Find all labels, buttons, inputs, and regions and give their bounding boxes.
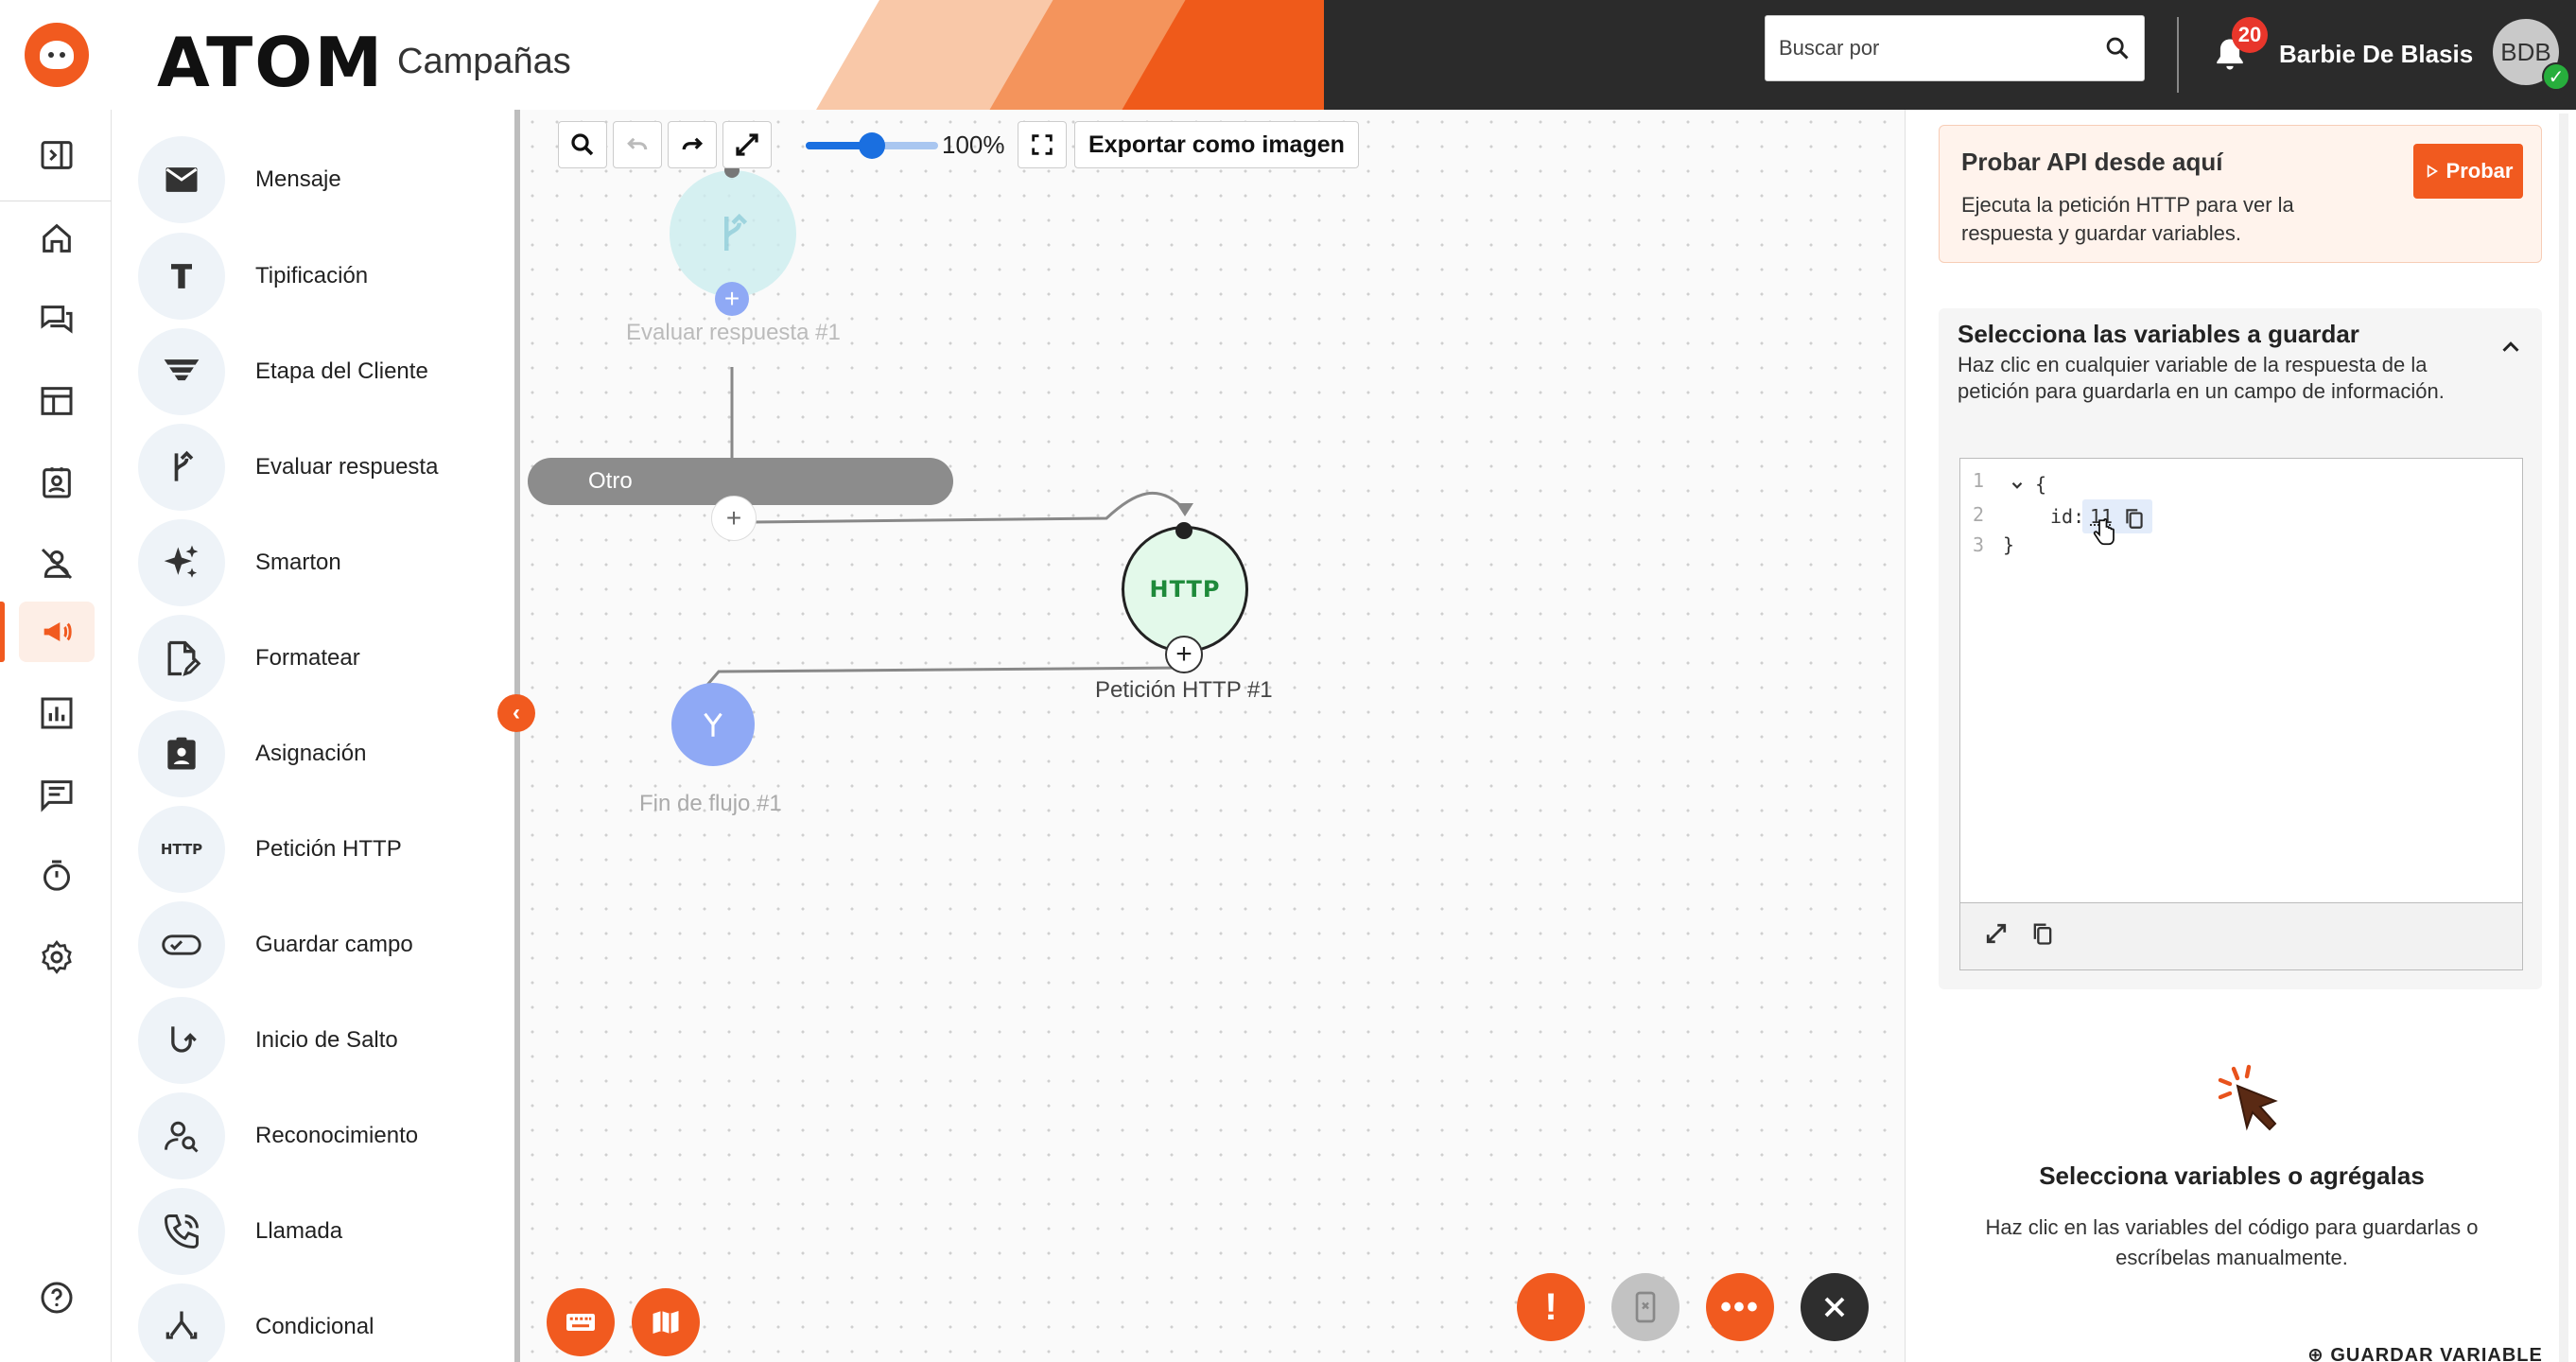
phone-device-icon xyxy=(1635,1291,1656,1323)
add-node-button[interactable]: + xyxy=(715,282,749,316)
fullscreen-icon xyxy=(1032,134,1053,155)
node-label: Petición HTTP #1 xyxy=(1095,677,1273,703)
response-code-viewer[interactable] xyxy=(1959,458,2523,902)
merge-icon xyxy=(704,712,722,737)
node-evaluar-respuesta[interactable] xyxy=(670,170,796,297)
chevron-left-icon: ‹ xyxy=(513,700,520,725)
code-open-brace: { xyxy=(2035,473,2047,496)
node-peticion-http[interactable]: HTTP xyxy=(1122,526,1248,653)
test-api-description: Ejecuta la petición HTTP para ver la res… xyxy=(1961,193,2294,245)
add-branch-button[interactable]: + xyxy=(711,496,757,541)
redo-icon xyxy=(682,137,704,150)
search-icon xyxy=(571,133,594,156)
line-number: 2 xyxy=(1973,503,1985,526)
close-flow-button[interactable] xyxy=(1801,1273,1869,1341)
play-icon xyxy=(2427,165,2438,178)
collapse-palette-button[interactable]: ‹ xyxy=(497,694,535,732)
guardar-variable-button[interactable]: ⊕ GUARDAR VARIABLE xyxy=(2307,1343,2543,1362)
close-icon xyxy=(1824,1297,1845,1318)
code-close-brace: } xyxy=(2003,533,2015,556)
branch-label: Otro xyxy=(588,468,633,494)
export-image-button[interactable]: Exportar como imagen xyxy=(1074,121,1359,168)
probar-button[interactable]: Probar xyxy=(2413,144,2523,199)
zoom-slider-handle[interactable] xyxy=(859,132,885,159)
more-dots-icon: ••• xyxy=(1720,1289,1760,1325)
add-node-button[interactable]: + xyxy=(1165,636,1203,673)
expand-icon xyxy=(736,133,758,156)
panel-scrollbar[interactable] xyxy=(2559,114,2568,1362)
expand-icon[interactable] xyxy=(1982,919,2010,948)
node-label: Evaluar respuesta #1 xyxy=(626,320,841,345)
exclamation-icon: ! xyxy=(1544,1285,1558,1328)
redo-button[interactable] xyxy=(668,121,717,168)
more-options-button[interactable]: ••• xyxy=(1706,1273,1774,1341)
canvas-toolbar xyxy=(558,121,772,168)
hand-cursor-icon xyxy=(2093,517,2115,546)
click-pointer-icon xyxy=(2218,1064,2278,1131)
line-number: 3 xyxy=(1973,533,1985,556)
copy-icon[interactable] xyxy=(2029,919,2056,948)
code-key: id: xyxy=(2050,505,2085,528)
expand-button[interactable] xyxy=(722,121,772,168)
node-label: Fin de flujo #1 xyxy=(639,791,782,816)
warnings-button[interactable]: ! xyxy=(1517,1273,1585,1341)
chevron-down-icon[interactable] xyxy=(2009,477,2026,494)
branch-icon xyxy=(724,213,748,251)
variables-description: Haz clic en cualquier variable de la res… xyxy=(1958,353,2445,403)
copy-icon[interactable] xyxy=(2122,505,2147,532)
map-button[interactable] xyxy=(632,1288,700,1356)
empty-state-description: Haz clic en las variables del código par… xyxy=(1985,1215,2479,1269)
zoom-level-label: 100% xyxy=(942,131,1005,159)
keyboard-button[interactable] xyxy=(547,1288,615,1356)
undo-button[interactable] xyxy=(613,121,662,168)
keyboard-icon xyxy=(566,1314,595,1331)
variables-title: Selecciona las variables a guardar xyxy=(1958,320,2359,348)
node-port[interactable] xyxy=(1175,522,1192,539)
chevron-up-icon[interactable] xyxy=(2497,333,2525,361)
node-fin-de-flujo[interactable] xyxy=(671,683,755,766)
search-node-button[interactable] xyxy=(558,121,607,168)
device-preview-button[interactable] xyxy=(1611,1273,1680,1341)
add-circle-icon: ⊕ xyxy=(2307,1345,2331,1362)
test-api-title: Probar API desde aquí xyxy=(1961,148,2223,176)
map-icon xyxy=(653,1311,679,1334)
guardar-variable-label: GUARDAR VARIABLE xyxy=(2330,1345,2543,1362)
http-icon: HTTP xyxy=(1149,576,1221,602)
undo-icon xyxy=(627,137,648,150)
fit-view-button[interactable] xyxy=(1018,121,1067,168)
probar-label: Probar xyxy=(2445,159,2514,183)
empty-state-title: Selecciona variables o agrégalas xyxy=(2039,1161,2425,1190)
line-number: 1 xyxy=(1973,469,1985,492)
